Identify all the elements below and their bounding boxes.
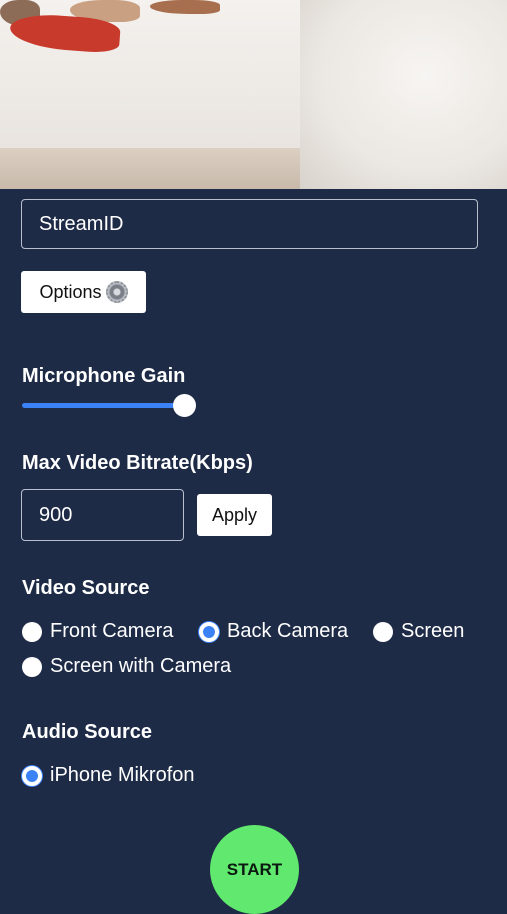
radio-iphone-mikrofon[interactable]: iPhone Mikrofon	[22, 764, 195, 787]
radio-button-selected[interactable]	[22, 765, 42, 786]
options-button[interactable]: Options	[21, 271, 146, 313]
gear-icon	[105, 281, 128, 303]
radio-button[interactable]	[22, 621, 42, 642]
start-button[interactable]: START	[210, 825, 299, 914]
microphone-gain-label: Microphone Gain	[22, 365, 186, 387]
apply-button[interactable]: Apply	[197, 494, 272, 536]
radio-label: iPhone Mikrofon	[50, 764, 195, 786]
radio-button[interactable]	[22, 656, 42, 677]
audio-source-label: Audio Source	[22, 721, 153, 743]
options-label: Options	[39, 281, 102, 302]
camera-preview	[0, 0, 507, 189]
video-source-label: Video Source	[22, 577, 150, 599]
stream-id-input[interactable]	[21, 199, 478, 249]
radio-button[interactable]	[373, 621, 393, 642]
bitrate-label: Max Video Bitrate(Kbps)	[22, 452, 253, 474]
bitrate-input[interactable]	[21, 489, 184, 541]
radio-screen-with-camera[interactable]: Screen with Camera	[22, 655, 231, 678]
radio-screen[interactable]: Screen	[373, 620, 464, 643]
radio-label: Back Camera	[227, 620, 349, 642]
radio-button-selected[interactable]	[199, 621, 219, 642]
microphone-gain-slider[interactable]	[22, 403, 185, 408]
preview-person	[300, 0, 507, 189]
radio-label: Front Camera	[50, 620, 174, 642]
microphone-gain-thumb[interactable]	[173, 394, 196, 417]
radio-back-camera[interactable]: Back Camera	[199, 620, 348, 643]
preview-shelf-edge	[0, 148, 330, 189]
radio-label: Screen	[401, 620, 465, 642]
radio-front-camera[interactable]: Front Camera	[22, 620, 173, 643]
radio-label: Screen with Camera	[50, 655, 232, 677]
